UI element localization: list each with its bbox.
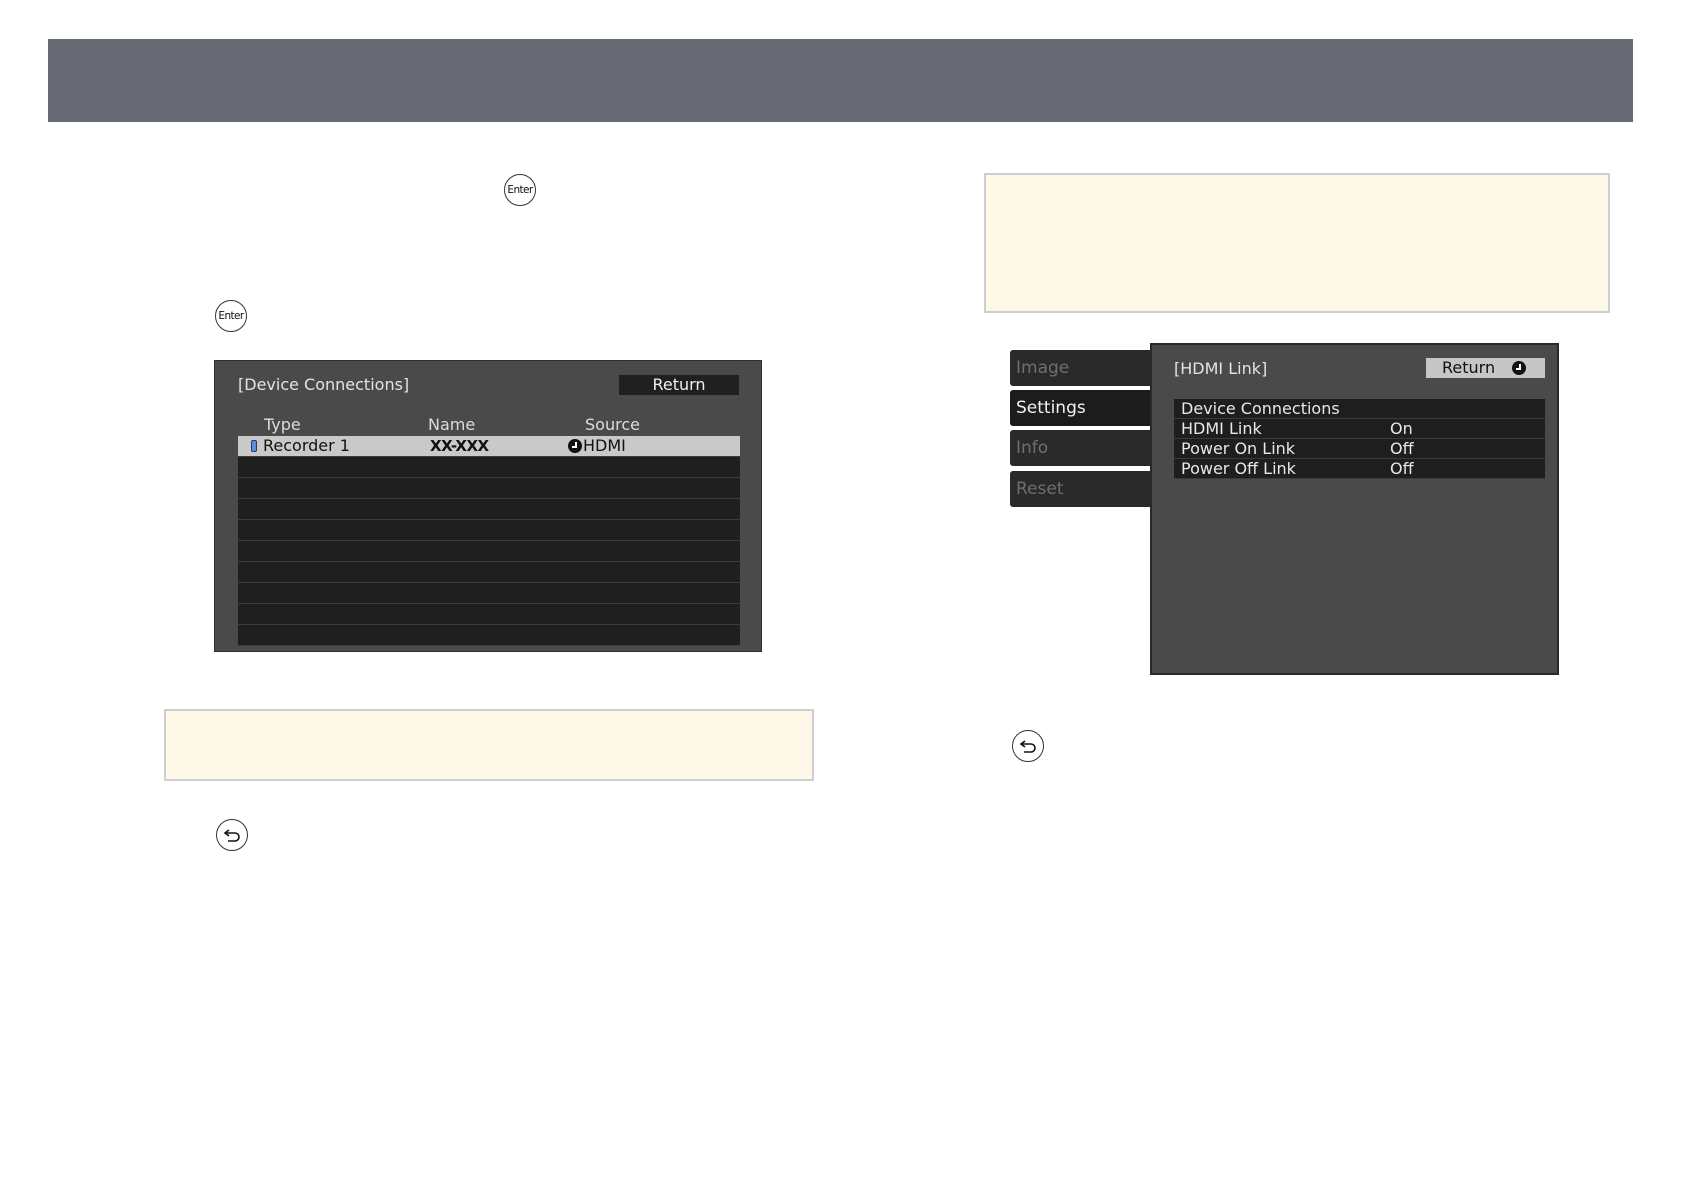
device-connections-title: [Device Connections] bbox=[238, 375, 410, 394]
device-type: Recorder 1 bbox=[263, 436, 350, 455]
device-connections-screen: [Device Connections] Return Type Name So… bbox=[214, 360, 762, 652]
column-header-name: Name bbox=[428, 415, 476, 434]
table-row-empty bbox=[238, 499, 740, 520]
table-row-empty bbox=[238, 625, 740, 646]
table-row[interactable]: Recorder 1 XX-XXX HDMI bbox=[238, 436, 740, 457]
tab-image[interactable]: Image bbox=[1010, 350, 1152, 386]
column-header-type: Type bbox=[264, 415, 301, 434]
enter-button-label: Enter bbox=[218, 310, 244, 322]
enter-arrow-icon bbox=[1512, 361, 1526, 375]
column-header-source: Source bbox=[585, 415, 640, 434]
table-row-empty bbox=[238, 541, 740, 562]
enter-arrow-icon bbox=[568, 439, 582, 453]
table-row-empty bbox=[238, 583, 740, 604]
note-box bbox=[164, 709, 814, 781]
device-source: HDMI bbox=[568, 436, 626, 456]
hdmi-link-title: [HDMI Link] bbox=[1174, 359, 1268, 378]
enter-button-label: Enter bbox=[507, 184, 533, 196]
menu-item-value: On bbox=[1390, 419, 1413, 438]
return-button[interactable]: Return bbox=[1426, 358, 1545, 378]
device-name: XX-XXX bbox=[430, 437, 489, 455]
hdmi-link-panel: [HDMI Link] Return Device Connections HD… bbox=[1150, 343, 1559, 675]
table-row-empty bbox=[238, 562, 740, 583]
return-button-label: Return bbox=[1442, 358, 1496, 377]
return-arrow-icon bbox=[1012, 730, 1044, 762]
tab-settings[interactable]: Settings bbox=[1010, 390, 1160, 426]
menu-item-power-off-link[interactable]: Power Off Link Off bbox=[1174, 459, 1545, 479]
menu-item-label: HDMI Link bbox=[1181, 419, 1262, 438]
note-box bbox=[984, 173, 1610, 313]
return-button[interactable]: Return bbox=[619, 375, 739, 395]
menu-item-hdmi-link[interactable]: HDMI Link On bbox=[1174, 419, 1545, 439]
device-source-label: HDMI bbox=[583, 436, 626, 455]
table-row-empty bbox=[238, 457, 740, 478]
enter-button-icon: Enter bbox=[504, 174, 536, 206]
device-table: Recorder 1 XX-XXX HDMI bbox=[238, 436, 740, 646]
tab-info[interactable]: Info bbox=[1010, 430, 1152, 466]
header-bar bbox=[48, 39, 1633, 122]
recorder-icon bbox=[251, 440, 257, 452]
tab-reset[interactable]: Reset bbox=[1010, 471, 1152, 507]
menu-item-label: Power Off Link bbox=[1181, 459, 1296, 478]
table-row-empty bbox=[238, 478, 740, 499]
menu-item-power-on-link[interactable]: Power On Link Off bbox=[1174, 439, 1545, 459]
return-arrow-icon bbox=[216, 819, 248, 851]
menu-item-device-connections[interactable]: Device Connections bbox=[1174, 399, 1545, 419]
menu-item-label: Device Connections bbox=[1181, 399, 1340, 418]
hdmi-link-list: Device Connections HDMI Link On Power On… bbox=[1174, 399, 1545, 479]
menu-item-label: Power On Link bbox=[1181, 439, 1296, 458]
table-row-empty bbox=[238, 520, 740, 541]
table-row-empty bbox=[238, 604, 740, 625]
menu-item-value: Off bbox=[1390, 459, 1414, 478]
menu-item-value: Off bbox=[1390, 439, 1414, 458]
enter-button-icon: Enter bbox=[215, 300, 247, 332]
